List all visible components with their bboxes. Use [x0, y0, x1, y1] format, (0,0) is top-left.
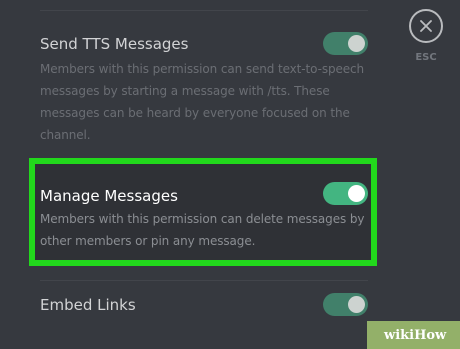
- permission-description-send-tts: Members with this permission can send te…: [40, 62, 365, 142]
- toggle-embed-links[interactable]: [323, 293, 368, 316]
- divider-embed: [40, 280, 368, 281]
- watermark-text: wikiHow: [384, 328, 447, 343]
- permission-title-send-tts: Send TTS Messages: [40, 35, 189, 53]
- close-icon: [420, 20, 432, 32]
- esc-label: ESC: [415, 52, 437, 63]
- toggle-send-tts[interactable]: [323, 32, 368, 55]
- divider-top: [40, 10, 368, 11]
- watermark: wikiHow: [367, 321, 460, 349]
- permission-description-manage-messages: Members with this permission can delete …: [40, 212, 365, 248]
- permission-title-embed-links: Embed Links: [40, 296, 136, 314]
- toggle-knob: [348, 296, 365, 313]
- toggle-manage-messages[interactable]: [323, 182, 368, 205]
- permission-title-manage-messages: Manage Messages: [40, 187, 178, 205]
- toggle-knob: [348, 35, 365, 52]
- close-button[interactable]: [409, 9, 443, 43]
- toggle-knob: [348, 185, 365, 202]
